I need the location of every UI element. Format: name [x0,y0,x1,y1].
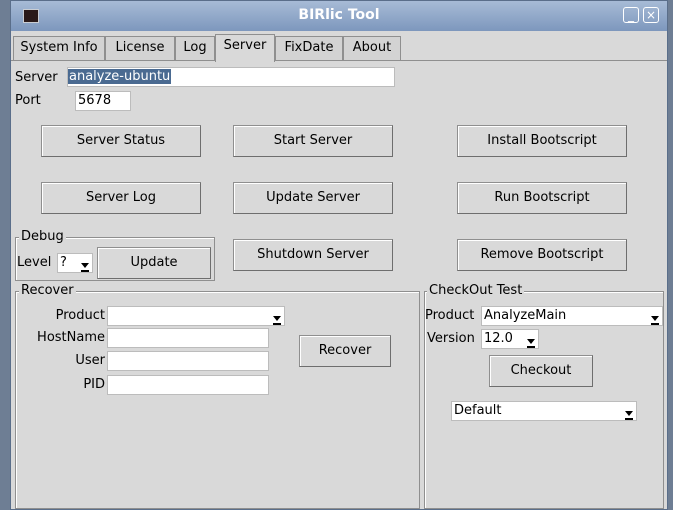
chevron-down-icon [651,316,659,325]
tab-divider [11,60,667,61]
server-input[interactable]: analyze-ubuntu [67,67,395,87]
install-bootscript-button[interactable]: Install Bootscript [457,125,627,157]
port-input[interactable]: 5678 [75,91,131,111]
debug-title: Debug [19,229,66,244]
app-window: BIRlic Tool _ × System Info License Log … [10,0,668,510]
minimize-button[interactable]: _ [623,7,639,23]
checkout-default-value: Default [454,403,502,418]
checkout-title: CheckOut Test [427,283,525,298]
recover-user-label: User [75,353,105,368]
recover-pid-label: PID [83,377,105,392]
tab-about[interactable]: About [343,36,401,60]
tab-license[interactable]: License [105,36,175,60]
update-server-button[interactable]: Update Server [233,182,393,214]
checkout-product-select[interactable]: AnalyzeMain [481,306,663,326]
recover-user-input[interactable] [107,351,269,371]
server-log-button[interactable]: Server Log [41,182,201,214]
recover-hostname-label: HostName [37,330,105,345]
port-label: Port [15,93,41,108]
recover-product-select[interactable] [107,306,285,326]
chevron-down-icon [527,339,535,348]
remove-bootscript-button[interactable]: Remove Bootscript [457,239,627,271]
checkout-version-value: 12.0 [484,331,513,346]
server-value: analyze-ubuntu [68,69,172,84]
tab-log[interactable]: Log [175,36,215,60]
debug-level-label: Level [17,255,52,270]
debug-update-button[interactable]: Update [97,247,211,279]
recover-hostname-input[interactable] [107,328,269,348]
recover-pid-input[interactable] [107,375,269,395]
checkout-default-select[interactable]: Default [451,401,637,421]
start-server-button[interactable]: Start Server [233,125,393,157]
shutdown-server-button[interactable]: Shutdown Server [233,239,393,271]
recover-title: Recover [19,283,76,298]
tab-fixdate[interactable]: FixDate [275,36,343,60]
tab-bar: System Info License Log Server FixDate A… [11,33,667,62]
chevron-down-icon [625,411,633,420]
title-bar[interactable]: BIRlic Tool _ × [11,1,667,31]
checkout-product-value: AnalyzeMain [484,308,567,323]
debug-level-value: ? [60,255,67,270]
server-status-button[interactable]: Server Status [41,125,201,157]
recover-product-label: Product [55,308,105,323]
checkout-button[interactable]: Checkout [489,355,593,387]
checkout-product-label: Product [425,308,475,323]
debug-level-select[interactable]: ? [57,253,93,273]
chevron-down-icon [273,316,281,325]
checkout-version-select[interactable]: 12.0 [481,329,539,349]
tab-system-info[interactable]: System Info [13,36,105,60]
server-label: Server [15,70,58,85]
window-title: BIRlic Tool [298,7,380,23]
tab-server[interactable]: Server [215,34,275,62]
chevron-down-icon [81,263,89,272]
recover-button[interactable]: Recover [299,335,391,367]
checkout-version-label: Version [427,331,475,346]
run-bootscript-button[interactable]: Run Bootscript [457,182,627,214]
close-button[interactable]: × [643,7,659,23]
